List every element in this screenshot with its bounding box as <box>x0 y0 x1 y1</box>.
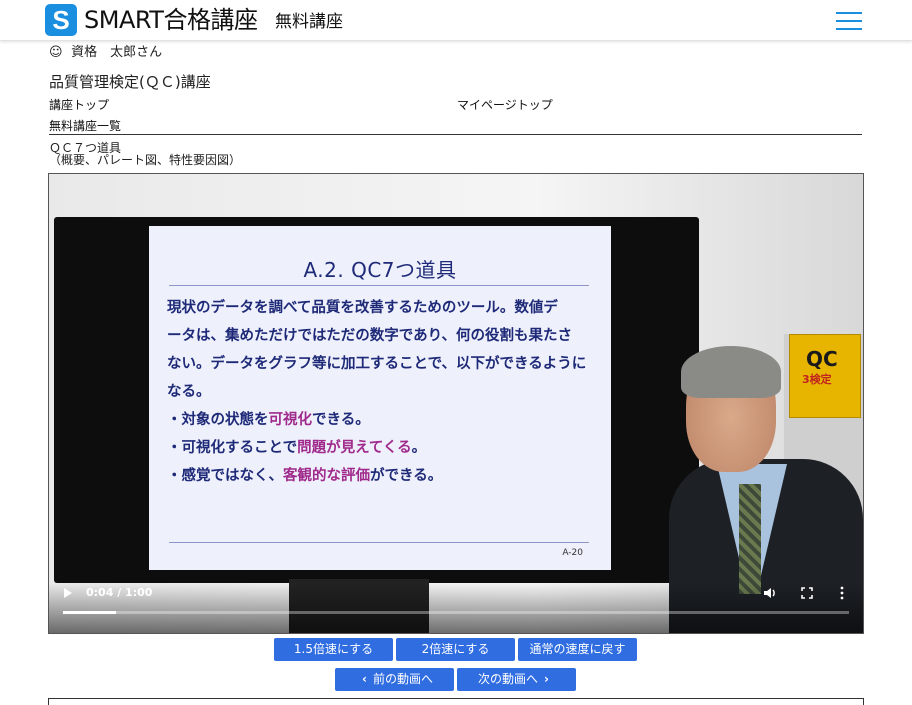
prev-video-button[interactable]: ‹ 前の動画へ <box>335 668 454 691</box>
volume-icon[interactable] <box>763 586 777 600</box>
video-player[interactable]: QC 3検定 A.2. QC7つ道具 現状のデータを調べて品質を改善するためのツ… <box>48 173 864 634</box>
slide-line: ータは、集めただけではただの数字であり、何の役割も果たさ <box>167 328 572 344</box>
menu-bar <box>836 20 862 22</box>
speed-1-5x-button[interactable]: 1.5倍速にする <box>274 638 393 661</box>
lecture-slide: A.2. QC7つ道具 現状のデータを調べて品質を改善するためのツール。数値デ … <box>149 226 611 570</box>
bullet-text: ができる。 <box>370 468 443 484</box>
mypage-top-link[interactable]: マイページトップ <box>457 98 553 112</box>
user-greeting: ☺ 資格 太郎さん <box>49 45 162 61</box>
brand-name[interactable]: SMART合格講座 <box>84 5 258 35</box>
user-name: 資格 太郎さん <box>71 45 163 60</box>
slide-title: A.2. QC7つ道具 <box>303 258 457 282</box>
book-title: QC <box>806 347 838 371</box>
menu-bar <box>836 28 862 30</box>
bullet-highlight: 可視化 <box>268 412 313 428</box>
slide-rule <box>169 542 589 543</box>
bullet-highlight: 問題が見えてくる <box>297 440 412 456</box>
smiley-icon: ☺ <box>49 45 63 60</box>
chevron-left-icon: ‹ <box>362 672 367 686</box>
next-video-label: 次の動画へ <box>478 672 539 686</box>
presenter-tie <box>739 484 761 594</box>
speed-normal-button[interactable]: 通常の速度に戻す <box>518 638 637 661</box>
bullet-text: ・可視化することで <box>167 440 298 456</box>
slide-bullet: ・可視化することで問題が見えてくる。 <box>167 434 597 462</box>
menu-bar <box>836 12 862 14</box>
speed-2x-button[interactable]: 2倍速にする <box>396 638 515 661</box>
prev-video-label: 前の動画へ <box>372 672 433 686</box>
slide-line: 現状のデータを調べて品質を改善するためのツール。数値デ <box>167 300 558 316</box>
bullet-text: ・感覚ではなく、 <box>167 468 283 484</box>
slide-number: A-20 <box>562 548 583 558</box>
video-time: 0:04 / 1:00 <box>86 586 153 599</box>
fullscreen-icon[interactable] <box>801 587 813 599</box>
video-progress-bar[interactable] <box>63 611 849 614</box>
play-icon[interactable] <box>64 588 72 598</box>
brand-subtitle: 無料講座 <box>275 12 343 32</box>
book-cover: QC 3検定 <box>789 334 861 418</box>
slide-bullet: ・感覚ではなく、客観的な評価ができる。 <box>167 462 597 490</box>
bullet-text: ・対象の状態を <box>167 412 269 428</box>
presenter-hair <box>681 346 781 398</box>
bullet-text: 。 <box>411 440 427 456</box>
lesson-title: ＱＣ７つ道具 （概要、パレート図、特性要因図） <box>49 141 242 167</box>
hamburger-menu-icon[interactable] <box>836 10 862 32</box>
logo-icon[interactable]: S <box>45 4 77 36</box>
more-vert-icon[interactable] <box>839 586 845 600</box>
free-course-list-link[interactable]: 無料講座一覧 <box>49 119 121 133</box>
slide-line: なる。 <box>167 384 211 400</box>
slide-bullet: ・対象の状態を可視化できる。 <box>167 406 597 434</box>
divider <box>49 134 862 135</box>
bullet-text: できる。 <box>312 412 370 428</box>
slide-line: ない。データをグラフ等に加工することで、以下ができるように <box>167 356 587 372</box>
slide-body: 現状のデータを調べて品質を改善するためのツール。数値デ ータは、集めただけではた… <box>167 294 597 490</box>
video-controls <box>49 583 863 633</box>
course-title: 品質管理検定(ＱＣ)講座 <box>49 73 211 91</box>
video-progress-fill <box>63 611 116 614</box>
site-header: S SMART合格講座 無料講座 <box>0 0 912 41</box>
next-video-button[interactable]: 次の動画へ › <box>457 668 576 691</box>
bullet-highlight: 客観的な評価 <box>283 468 370 484</box>
course-top-link[interactable]: 講座トップ <box>49 98 109 112</box>
book-subtitle: 3検定 <box>802 373 832 386</box>
slide-rule <box>169 285 589 286</box>
chevron-right-icon: › <box>544 672 549 686</box>
